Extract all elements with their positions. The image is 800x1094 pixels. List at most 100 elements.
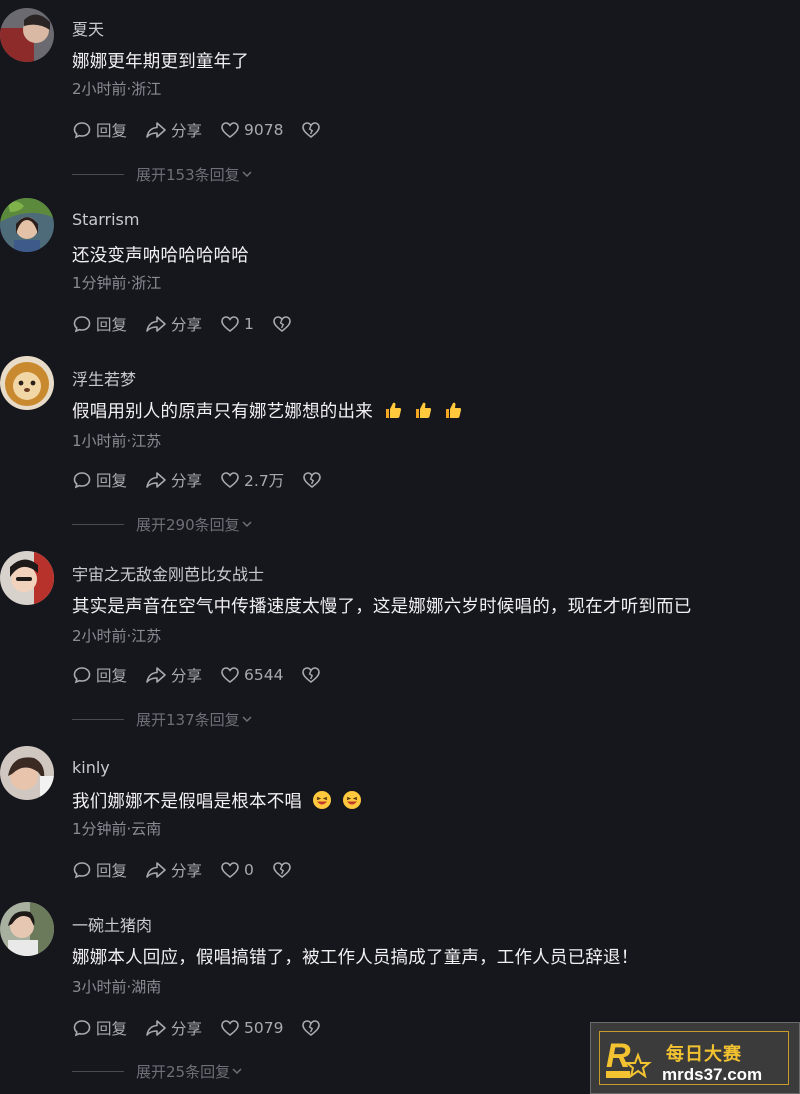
comment-item: kinly 我们娜娜不是假唱是根本不唱 1分钟前·云南 回复 分享 0 — [0, 744, 800, 894]
divider — [72, 523, 124, 525]
share-button[interactable]: 分享 — [145, 664, 202, 686]
comment-text-body: 我们娜娜不是假唱是根本不唱 — [72, 792, 303, 812]
avatar[interactable] — [0, 356, 54, 410]
comment-meta: 1小时前·江苏 — [72, 432, 162, 450]
dislike-button[interactable] — [301, 665, 325, 685]
username[interactable]: 宇宙之无敌金刚芭比女战士 — [72, 561, 264, 585]
laughing-face-icon — [343, 791, 362, 809]
laughing-face-icon — [313, 791, 332, 809]
comment-text: 假唱用别人的原声只有娜艺娜想的出来 — [72, 398, 463, 423]
dislike-button[interactable] — [302, 470, 326, 490]
dislike-button[interactable] — [272, 860, 296, 880]
heart-icon — [221, 316, 239, 333]
share-button[interactable]: 分享 — [145, 859, 202, 881]
like-count: 0 — [244, 861, 254, 879]
username[interactable]: 一碗土猪肉 — [72, 912, 152, 936]
dislike-button[interactable] — [272, 314, 296, 334]
reply-button[interactable]: 回复 — [72, 859, 127, 881]
like-count: 1 — [244, 315, 254, 333]
svg-text:R: R — [606, 1037, 631, 1075]
broken-heart-icon — [273, 862, 291, 879]
comment-actions: 回复 分享 1 — [72, 312, 314, 336]
thumbs-up-icon — [445, 402, 462, 418]
share-label: 分享 — [171, 122, 203, 140]
expand-replies[interactable]: 展开25条回复 — [72, 1061, 244, 1081]
comment-text: 娜娜更年期更到童年了 — [72, 52, 249, 72]
reply-label: 回复 — [96, 316, 128, 334]
broken-heart-icon — [273, 316, 291, 333]
share-button[interactable]: 分享 — [145, 1017, 202, 1039]
comment-actions: 回复 分享 0 — [72, 858, 314, 882]
share-button[interactable]: 分享 — [145, 313, 202, 335]
reply-label: 回复 — [96, 122, 128, 140]
like-button[interactable]: 6544 — [220, 665, 283, 685]
like-button[interactable]: 1 — [220, 314, 254, 334]
comment-actions: 回复 分享 6544 — [72, 663, 343, 687]
comment-item: 宇宙之无敌金刚芭比女战士 其实是声音在空气中传播速度太慢了，这是娜娜六岁时候唱的… — [0, 549, 800, 739]
comment-meta: 1分钟前·云南 — [72, 820, 162, 838]
share-label: 分享 — [171, 316, 203, 334]
reply-button[interactable]: 回复 — [72, 664, 127, 686]
like-button[interactable]: 9078 — [220, 120, 283, 140]
like-count: 5079 — [244, 1019, 284, 1037]
share-icon — [146, 316, 166, 332]
username[interactable]: 夏天 — [72, 16, 104, 40]
reply-icon — [73, 862, 91, 879]
reply-icon — [73, 472, 91, 489]
like-button[interactable]: 0 — [220, 860, 254, 880]
avatar[interactable] — [0, 746, 54, 800]
expand-replies[interactable]: 展开137条回复 — [72, 709, 254, 729]
expand-label: 展开137条回复 — [136, 710, 240, 729]
reply-label: 回复 — [96, 472, 128, 490]
heart-icon — [221, 1020, 239, 1037]
broken-heart-icon — [302, 667, 321, 684]
comment-item: Starrism 还没变声呐哈哈哈哈哈 1分钟前·浙江 回复 分享 1 — [0, 198, 800, 348]
comment-actions: 回复 分享 5079 — [72, 1016, 343, 1040]
chevron-down-icon — [242, 716, 252, 723]
chevron-down-icon — [242, 521, 252, 528]
share-label: 分享 — [171, 667, 203, 685]
avatar[interactable] — [0, 902, 54, 956]
username[interactable]: kinly — [72, 758, 110, 777]
avatar[interactable] — [0, 198, 54, 252]
broken-heart-icon — [302, 122, 321, 139]
share-icon — [146, 472, 166, 488]
dislike-button[interactable] — [301, 120, 325, 140]
reply-button[interactable]: 回复 — [72, 1017, 127, 1039]
username[interactable]: Starrism — [72, 210, 139, 229]
divider — [72, 1070, 124, 1072]
reply-button[interactable]: 回复 — [72, 469, 127, 491]
reply-label: 回复 — [96, 1020, 128, 1038]
reply-button[interactable]: 回复 — [72, 119, 127, 141]
divider — [72, 173, 124, 175]
like-count: 6544 — [244, 666, 284, 684]
reply-icon — [73, 667, 91, 684]
logo-icon: R — [606, 1037, 652, 1079]
expand-replies[interactable]: 展开153条回复 — [72, 164, 254, 184]
avatar[interactable] — [0, 8, 54, 62]
comment-meta: 2小时前·浙江 — [72, 80, 162, 98]
watermark-title: 每日大赛 — [666, 1044, 742, 1065]
reply-label: 回复 — [96, 667, 128, 685]
comment-actions: 回复 分享 9078 — [72, 118, 343, 142]
avatar[interactable] — [0, 551, 54, 605]
dislike-button[interactable] — [301, 1018, 325, 1038]
like-button[interactable]: 2.7万 — [220, 469, 284, 491]
divider — [72, 718, 124, 720]
expand-replies[interactable]: 展开290条回复 — [72, 514, 254, 534]
thumbs-up-icon — [415, 402, 432, 418]
share-label: 分享 — [171, 1020, 203, 1038]
reply-button[interactable]: 回复 — [72, 313, 127, 335]
username[interactable]: 浮生若梦 — [72, 366, 136, 390]
share-button[interactable]: 分享 — [145, 119, 202, 141]
comment-text: 我们娜娜不是假唱是根本不唱 — [72, 788, 362, 813]
expand-label: 展开290条回复 — [136, 515, 240, 534]
heart-icon — [221, 122, 239, 139]
comment-item: 浮生若梦 假唱用别人的原声只有娜艺娜想的出来 1小时前·江苏 回复 分享 2.7… — [0, 354, 800, 544]
like-button[interactable]: 5079 — [220, 1018, 283, 1038]
share-button[interactable]: 分享 — [145, 469, 202, 491]
watermark-frame: R 每日大赛 mrds37.com — [599, 1031, 789, 1085]
comment-text: 娜娜本人回应，假唱搞错了，被工作人员搞成了童声，工作人员已辞退！ — [72, 948, 639, 968]
share-label: 分享 — [171, 862, 203, 880]
share-label: 分享 — [171, 472, 203, 490]
